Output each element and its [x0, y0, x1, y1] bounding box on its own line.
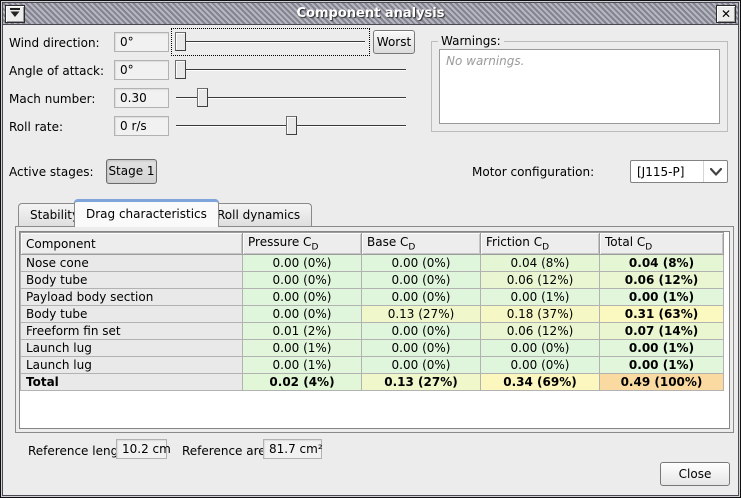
warnings-group: Warnings: No warnings. [431, 41, 728, 132]
value-cell: 0.06 (12%) [481, 323, 600, 340]
motor-configuration-label: Motor configuration: [472, 165, 594, 179]
slider-track [176, 97, 406, 99]
component-cell: Launch lug [21, 357, 243, 374]
value-cell: 0.18 (37%) [481, 306, 600, 323]
value-cell: 0.00 (1%) [600, 340, 724, 357]
table-row[interactable]: Nose cone0.00 (0%)0.00 (0%)0.04 (8%)0.04… [21, 255, 724, 272]
roll-rate-field[interactable]: 0 r/s [114, 116, 169, 136]
value-cell: 0.49 (100%) [600, 374, 724, 391]
titlebar: Component analysis ✕ [3, 3, 738, 25]
component-cell: Total [21, 374, 243, 391]
component-cell: Payload body section [21, 289, 243, 306]
angle-of-attack-label: Angle of attack: [9, 64, 104, 78]
component-analysis-dialog: Component analysis ✕ Wind direction: 0° … [0, 0, 741, 498]
column-header[interactable]: Component [21, 233, 243, 255]
column-header[interactable]: Pressure CD [243, 233, 362, 255]
drag-characteristics-panel: ComponentPressure CDBase CDFriction CDTo… [15, 226, 734, 433]
roll-rate-slider[interactable] [174, 115, 408, 137]
value-cell: 0.31 (63%) [600, 306, 724, 323]
slider-handle[interactable] [286, 116, 297, 135]
window-title: Component analysis [3, 6, 738, 21]
column-header[interactable]: Total CD [600, 233, 724, 255]
slider-track [176, 41, 365, 43]
mach-number-field[interactable]: 0.30 [114, 88, 169, 108]
wind-direction-field[interactable]: 0° [114, 32, 169, 52]
value-cell: 0.00 (0%) [362, 289, 481, 306]
component-cell: Nose cone [21, 255, 243, 272]
value-cell: 0.04 (8%) [600, 255, 724, 272]
column-header[interactable]: Base CD [362, 233, 481, 255]
drag-table-scrollpane: ComponentPressure CDBase CDFriction CDTo… [19, 231, 730, 429]
value-cell: 0.00 (1%) [243, 340, 362, 357]
table-row[interactable]: Body tube0.00 (0%)0.13 (27%)0.18 (37%)0.… [21, 306, 724, 323]
value-cell: 0.00 (1%) [481, 289, 600, 306]
value-cell: 0.13 (27%) [362, 306, 481, 323]
value-cell: 0.00 (0%) [362, 357, 481, 374]
component-cell: Body tube [21, 306, 243, 323]
table-row[interactable]: Body tube0.00 (0%)0.00 (0%)0.06 (12%)0.0… [21, 272, 724, 289]
table-header-row: ComponentPressure CDBase CDFriction CDTo… [21, 233, 724, 255]
component-cell: Launch lug [21, 340, 243, 357]
slider-handle[interactable] [175, 32, 186, 51]
window-menu-icon [9, 7, 21, 21]
drag-table: ComponentPressure CDBase CDFriction CDTo… [20, 232, 724, 391]
value-cell: 0.07 (14%) [600, 323, 724, 340]
value-cell: 0.00 (0%) [362, 323, 481, 340]
wind-direction-slider[interactable] [174, 31, 367, 53]
value-cell: 0.00 (0%) [243, 306, 362, 323]
warnings-title: Warnings: [438, 34, 504, 48]
warnings-list: No warnings. [439, 49, 720, 124]
table-row[interactable]: Launch lug0.00 (1%)0.00 (0%)0.00 (0%)0.0… [21, 357, 724, 374]
value-cell: 0.04 (8%) [481, 255, 600, 272]
value-cell: 0.00 (0%) [243, 255, 362, 272]
tab-drag-characteristics[interactable]: Drag characteristics [74, 199, 219, 227]
angle-of-attack-field[interactable]: 0° [114, 60, 169, 80]
slider-handle[interactable] [197, 88, 208, 107]
slider-track [176, 69, 406, 71]
table-row[interactable]: Payload body section0.00 (0%)0.00 (0%)0.… [21, 289, 724, 306]
stage-1-toggle-button[interactable]: Stage 1 [106, 159, 157, 184]
value-cell: 0.34 (69%) [481, 374, 600, 391]
wind-direction-label: Wind direction: [9, 36, 100, 50]
reference-area-value: 81.7 cm² [263, 439, 322, 459]
slider-handle[interactable] [175, 60, 186, 79]
value-cell: 0.00 (0%) [481, 340, 600, 357]
value-cell: 0.00 (1%) [600, 357, 724, 374]
value-cell: 0.06 (12%) [481, 272, 600, 289]
column-header[interactable]: Friction CD [481, 233, 600, 255]
motor-configuration-combo[interactable]: [J115-P] [630, 160, 728, 183]
chevron-down-icon [703, 161, 727, 182]
value-cell: 0.00 (0%) [481, 357, 600, 374]
value-cell: 0.06 (12%) [600, 272, 724, 289]
value-cell: 0.00 (0%) [243, 272, 362, 289]
value-cell: 0.00 (0%) [362, 340, 481, 357]
roll-rate-label: Roll rate: [9, 120, 63, 134]
mach-number-label: Mach number: [9, 92, 95, 106]
worst-button[interactable]: Worst [373, 30, 415, 54]
window-close-button[interactable]: ✕ [716, 5, 736, 23]
active-stages-label: Active stages: [9, 165, 94, 179]
table-row[interactable]: Freeform fin set0.01 (2%)0.00 (0%)0.06 (… [21, 323, 724, 340]
component-cell: Body tube [21, 272, 243, 289]
angle-of-attack-slider[interactable] [174, 59, 408, 81]
reference-length-value: 10.2 cm [116, 439, 167, 459]
component-cell: Freeform fin set [21, 323, 243, 340]
value-cell: 0.00 (0%) [362, 272, 481, 289]
close-button[interactable]: Close [660, 462, 730, 486]
table-row[interactable]: Launch lug0.00 (1%)0.00 (0%)0.00 (0%)0.0… [21, 340, 724, 357]
value-cell: 0.01 (2%) [243, 323, 362, 340]
value-cell: 0.00 (0%) [362, 255, 481, 272]
value-cell: 0.00 (1%) [600, 289, 724, 306]
table-row[interactable]: Total0.02 (4%)0.13 (27%)0.34 (69%)0.49 (… [21, 374, 724, 391]
value-cell: 0.13 (27%) [362, 374, 481, 391]
motor-configuration-value: [J115-P] [631, 165, 703, 179]
tab-roll-dynamics[interactable]: Roll dynamics [205, 203, 312, 227]
mach-number-slider[interactable] [174, 87, 408, 109]
value-cell: 0.00 (0%) [243, 289, 362, 306]
window-menu-button[interactable] [5, 5, 25, 23]
value-cell: 0.02 (4%) [243, 374, 362, 391]
value-cell: 0.00 (1%) [243, 357, 362, 374]
close-icon: ✕ [721, 7, 731, 21]
